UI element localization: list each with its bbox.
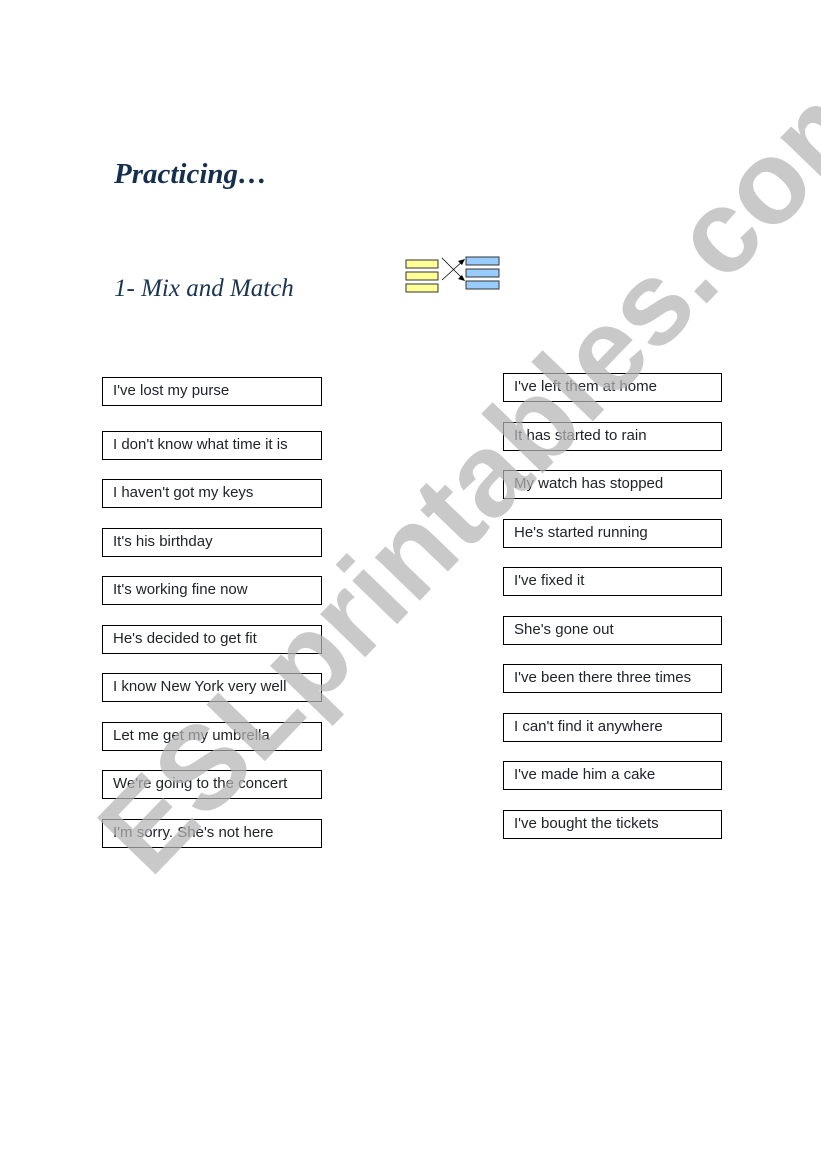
left-phrase-box: It's his birthday [102,528,322,557]
left-phrase-box: I haven't got my keys [102,479,322,508]
left-phrase-box: I don't know what time it is [102,431,322,460]
left-phrase-box: He's decided to get fit [102,625,322,654]
right-phrase-box: I've fixed it [503,567,722,596]
icon-left-bar [405,283,439,293]
icon-right-bar [465,256,500,266]
right-phrase-box: I've left them at home [503,373,722,402]
icon-right-bar [465,268,500,278]
left-phrase-box: It's working fine now [102,576,322,605]
left-phrase-box: Let me get my umbrella [102,722,322,751]
icon-left-bar [405,259,439,269]
right-phrase-box: My watch has stopped [503,470,722,499]
icon-left-bar [405,271,439,281]
icon-arrowhead [458,275,465,281]
right-phrase-box: He's started running [503,519,722,548]
left-phrase-box: I've lost my purse [102,377,322,406]
mix-and-match-icon [404,256,504,296]
icon-right-bar [465,280,500,290]
worksheet-page: Practicing… 1- Mix and Match I've lost m… [0,0,821,1169]
left-phrase-box: We're going to the concert [102,770,322,799]
page-title: Practicing… [114,158,268,190]
right-phrase-box: I've been there three times [503,664,722,693]
section-heading: 1- Mix and Match [114,275,294,302]
right-phrase-box: I can't find it anywhere [503,713,722,742]
right-phrase-box: She's gone out [503,616,722,645]
left-phrase-box: I'm sorry. She's not here [102,819,322,848]
right-phrase-box: I've made him a cake [503,761,722,790]
right-phrase-box: It has started to rain [503,422,722,451]
right-phrase-box: I've bought the tickets [503,810,722,839]
left-phrase-box: I know New York very well [102,673,322,702]
